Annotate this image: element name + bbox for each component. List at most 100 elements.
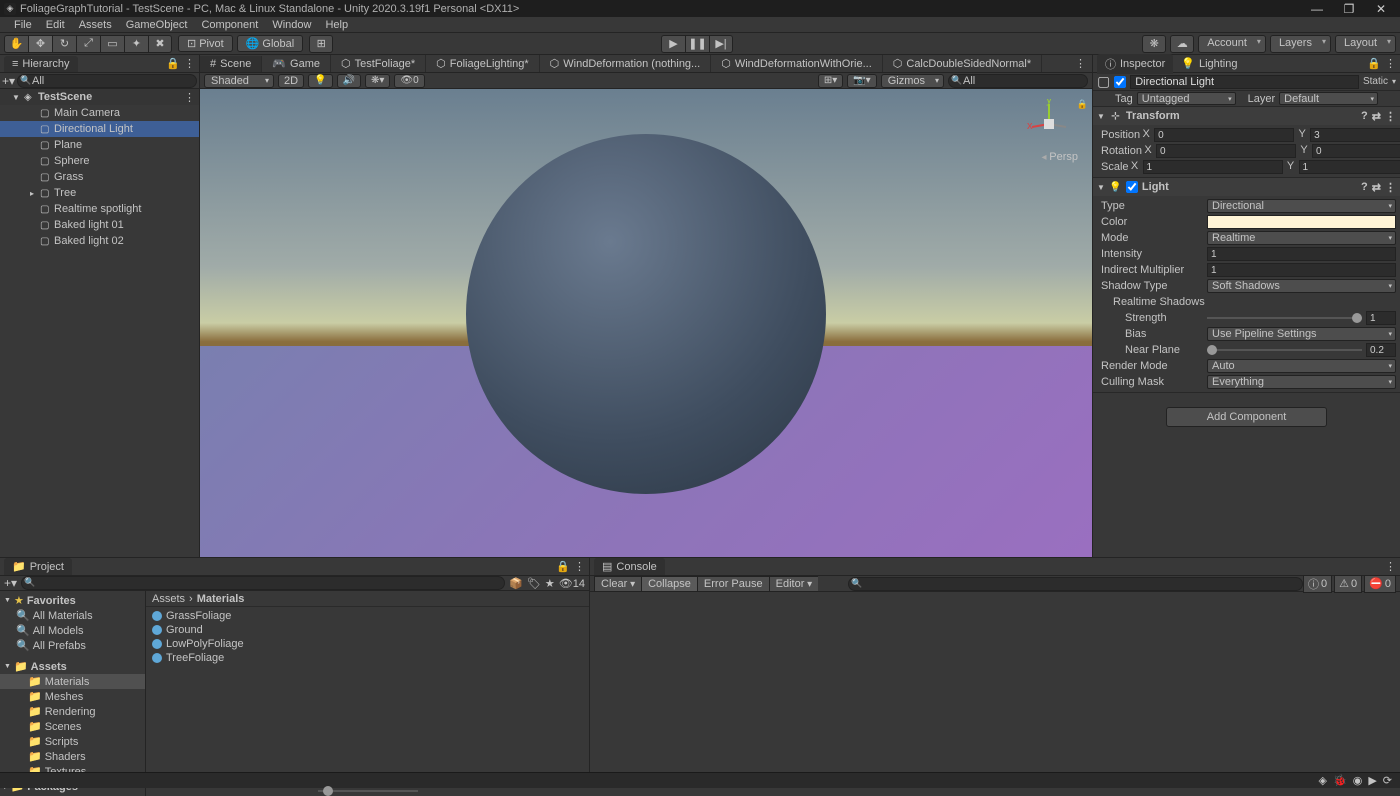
fold-icon[interactable]: ▼ (1097, 183, 1105, 192)
rot-x-input[interactable] (1156, 144, 1296, 158)
indirect-input[interactable] (1207, 263, 1396, 277)
favorite-item[interactable]: 🔍All Prefabs (0, 638, 145, 653)
account-dropdown[interactable]: Account (1198, 35, 1266, 53)
fold-icon[interactable]: ▼ (1097, 112, 1105, 121)
warn-count[interactable]: ⚠0 (1334, 575, 1362, 593)
render-mode-dropdown[interactable]: Auto (1207, 359, 1396, 373)
pivot-toggle[interactable]: ⊡Pivot (178, 35, 233, 52)
hidden-icon[interactable]: 👁14 (559, 577, 585, 590)
maximize-button[interactable]: ❐ (1342, 2, 1356, 16)
debug-icon[interactable]: ▶ (1368, 774, 1376, 787)
gameobject-name-input[interactable] (1130, 75, 1359, 89)
tab-scene[interactable]: #Scene (200, 56, 262, 72)
folder-item[interactable]: 📁Materials (0, 674, 145, 689)
material-file[interactable]: LowPolyFoliage (152, 637, 583, 651)
help-icon[interactable]: ? (1361, 110, 1368, 123)
rect-tool-button[interactable]: ▭ (100, 35, 124, 53)
scl-x-input[interactable] (1143, 160, 1283, 174)
console-tab[interactable]: ▤Console (594, 558, 665, 575)
layers-dropdown[interactable]: Layers (1270, 35, 1331, 53)
tab-shader[interactable]: ⬡TestFoliage* (331, 55, 426, 72)
move-tool-button[interactable]: ✥ (28, 35, 52, 53)
hand-tool-button[interactable]: ✋ (4, 35, 28, 53)
breadcrumb-item[interactable]: Assets (152, 593, 185, 605)
folder-item[interactable]: 📁Rendering (0, 704, 145, 719)
add-button[interactable]: +▾ (2, 74, 15, 88)
tab-menu-icon[interactable]: ⋮ (1075, 57, 1092, 70)
menu-icon[interactable]: ⋮ (1385, 181, 1396, 194)
folder-item[interactable]: 📁Meshes (0, 689, 145, 704)
hierarchy-item[interactable]: ▢Plane (0, 137, 199, 153)
label-icon[interactable]: 🏷 (527, 577, 541, 590)
shading-dropdown[interactable]: Shaded (204, 74, 274, 88)
menu-help[interactable]: Help (319, 19, 354, 31)
cloud-icon[interactable]: ☁ (1170, 35, 1194, 53)
hierarchy-item[interactable]: ▸▢Tree (0, 185, 199, 201)
light-enabled-checkbox[interactable] (1126, 181, 1138, 193)
tab-shader[interactable]: ⬡FoliageLighting* (426, 55, 540, 72)
hierarchy-item[interactable]: ▢Directional Light (0, 121, 199, 137)
activity-icon[interactable]: ⟳ (1383, 774, 1392, 787)
menu-icon[interactable]: ⋮ (1385, 560, 1396, 573)
gizmos-dropdown[interactable]: Gizmos (881, 74, 944, 88)
rotate-tool-button[interactable]: ↻ (52, 35, 76, 53)
scene-search[interactable]: All (948, 74, 1088, 88)
orientation-gizmo[interactable]: y x (1024, 99, 1074, 149)
hierarchy-item[interactable]: ▢Baked light 01 (0, 217, 199, 233)
shadow-type-dropdown[interactable]: Soft Shadows (1207, 279, 1396, 293)
lighting-toggle[interactable]: 💡 (308, 74, 332, 88)
close-button[interactable]: ✕ (1374, 2, 1388, 16)
menu-assets[interactable]: Assets (73, 19, 118, 31)
hierarchy-tab[interactable]: ≡Hierarchy (4, 56, 78, 72)
intensity-input[interactable] (1207, 247, 1396, 261)
preset-icon[interactable]: ⇄ (1372, 181, 1381, 194)
hierarchy-item[interactable]: ▢Sphere (0, 153, 199, 169)
auto-generate-icon[interactable]: ◈ (1319, 774, 1327, 787)
menu-icon[interactable]: ⋮ (574, 560, 585, 573)
tab-shader[interactable]: ⬡WindDeformationWithOrie... (711, 55, 883, 72)
hierarchy-search[interactable]: All (17, 74, 197, 88)
layer-dropdown[interactable]: Default (1279, 92, 1378, 105)
step-button[interactable]: ▶| (709, 35, 733, 53)
breadcrumb-item[interactable]: Materials (197, 593, 245, 605)
filter-icon[interactable]: 📦 (509, 577, 523, 590)
pos-x-input[interactable] (1154, 128, 1294, 142)
scale-tool-button[interactable]: ⤢ (76, 35, 100, 53)
error-count[interactable]: ⛔0 (1364, 575, 1396, 593)
info-count[interactable]: ⓘ0 (1303, 575, 1332, 593)
global-toggle[interactable]: 🌐Global (237, 35, 304, 52)
near-plane-slider[interactable] (1207, 349, 1362, 351)
folder-item[interactable]: 📁Scenes (0, 719, 145, 734)
camera-toggle[interactable]: 📷▾ (847, 74, 876, 88)
scene-viewport[interactable]: y x 🔒 Persp (200, 89, 1092, 557)
transform-tool-button[interactable]: ✦ (124, 35, 148, 53)
add-component-button[interactable]: Add Component (1166, 407, 1328, 427)
lighting-tab[interactable]: 💡Lighting (1173, 55, 1245, 72)
menu-file[interactable]: File (8, 19, 38, 31)
lock-icon[interactable]: 🔒 (556, 560, 570, 573)
star-icon[interactable]: ★ (545, 577, 555, 590)
scene-root[interactable]: ▼◈TestScene⋮ (0, 89, 199, 105)
menu-component[interactable]: Component (195, 19, 264, 31)
add-button[interactable]: +▾ (4, 576, 17, 590)
culling-dropdown[interactable]: Everything (1207, 375, 1396, 389)
editor-dropdown[interactable]: Editor ▾ (769, 576, 819, 592)
menu-icon[interactable]: ⋮ (184, 57, 195, 70)
menu-window[interactable]: Window (266, 19, 317, 31)
favorite-item[interactable]: 🔍All Materials (0, 608, 145, 623)
snap-toggle[interactable]: ⊞ (309, 35, 333, 53)
favorites-header[interactable]: ▼★Favorites (0, 593, 145, 608)
hierarchy-item[interactable]: ▢Grass (0, 169, 199, 185)
lock-icon[interactable]: 🔒 (1367, 57, 1381, 70)
scene-menu-icon[interactable]: ⋮ (184, 91, 199, 104)
folder-item[interactable]: 📁Scripts (0, 734, 145, 749)
error-pause-button[interactable]: Error Pause (697, 576, 769, 592)
material-file[interactable]: TreeFoliage (152, 651, 583, 665)
menu-icon[interactable]: ⋮ (1385, 110, 1396, 123)
assets-header[interactable]: ▼📁Assets (0, 659, 145, 674)
tab-game[interactable]: 🎮Game (262, 55, 331, 72)
hierarchy-item[interactable]: ▢Realtime spotlight (0, 201, 199, 217)
cache-icon[interactable]: ◉ (1353, 774, 1363, 787)
color-field[interactable]: ✎ (1207, 215, 1396, 229)
collapse-button[interactable]: Collapse (641, 576, 697, 592)
